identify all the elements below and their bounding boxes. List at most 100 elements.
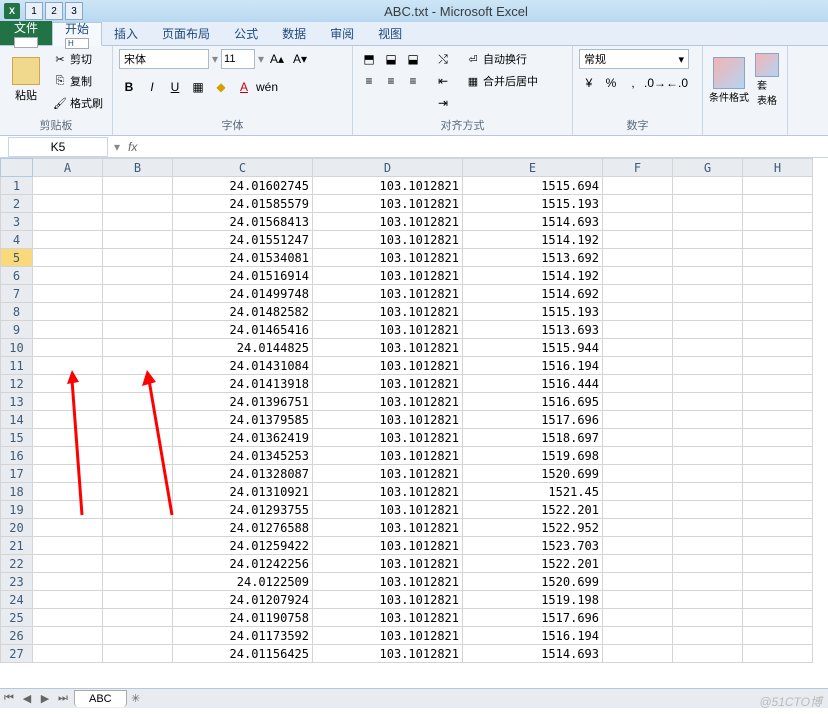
cell-H5[interactable]	[743, 249, 813, 267]
name-box[interactable]: K5	[8, 137, 108, 157]
cell-E22[interactable]: 1522.201	[463, 555, 603, 573]
cell-C18[interactable]: 24.01310921	[173, 483, 313, 501]
font-name-dropdown[interactable]: 宋体	[119, 49, 209, 69]
cell-F9[interactable]	[603, 321, 673, 339]
cell-C20[interactable]: 24.01276588	[173, 519, 313, 537]
cell-B12[interactable]	[103, 375, 173, 393]
cell-G20[interactable]	[673, 519, 743, 537]
cell-B1[interactable]	[103, 177, 173, 195]
decrease-indent-icon[interactable]: ⇤	[433, 71, 453, 91]
cell-G16[interactable]	[673, 447, 743, 465]
cell-A3[interactable]	[33, 213, 103, 231]
cell-D14[interactable]: 103.1012821	[313, 411, 463, 429]
new-sheet-icon[interactable]: ✳	[127, 690, 145, 708]
cell-B15[interactable]	[103, 429, 173, 447]
cell-F16[interactable]	[603, 447, 673, 465]
cell-D16[interactable]: 103.1012821	[313, 447, 463, 465]
cell-A2[interactable]	[33, 195, 103, 213]
row-head-4[interactable]: 4	[1, 231, 33, 249]
cell-E19[interactable]: 1522.201	[463, 501, 603, 519]
cell-E25[interactable]: 1517.696	[463, 609, 603, 627]
increase-indent-icon[interactable]: ⇥	[433, 93, 453, 113]
cell-H26[interactable]	[743, 627, 813, 645]
cell-A26[interactable]	[33, 627, 103, 645]
align-top-icon[interactable]: ⬒	[359, 49, 379, 69]
format-painter-button[interactable]: 🖌格式刷	[50, 93, 106, 113]
cell-C8[interactable]: 24.01482582	[173, 303, 313, 321]
cell-D8[interactable]: 103.1012821	[313, 303, 463, 321]
cell-E6[interactable]: 1514.192	[463, 267, 603, 285]
sheet-tab-abc[interactable]: ABC	[74, 690, 127, 707]
cell-H18[interactable]	[743, 483, 813, 501]
cell-B22[interactable]	[103, 555, 173, 573]
cell-F23[interactable]	[603, 573, 673, 591]
cell-H7[interactable]	[743, 285, 813, 303]
cell-F3[interactable]	[603, 213, 673, 231]
cell-F4[interactable]	[603, 231, 673, 249]
row-head-20[interactable]: 20	[1, 519, 33, 537]
cell-C19[interactable]: 24.01293755	[173, 501, 313, 519]
cell-D26[interactable]: 103.1012821	[313, 627, 463, 645]
tab-nav-next-icon[interactable]: ▶	[36, 690, 54, 708]
cell-B13[interactable]	[103, 393, 173, 411]
cell-C1[interactable]: 24.01602745	[173, 177, 313, 195]
cell-F7[interactable]	[603, 285, 673, 303]
cell-G3[interactable]	[673, 213, 743, 231]
cell-A21[interactable]	[33, 537, 103, 555]
col-head-H[interactable]: H	[743, 159, 813, 177]
cell-F10[interactable]	[603, 339, 673, 357]
qat-btn-1[interactable]: 1	[25, 2, 43, 20]
cell-H11[interactable]	[743, 357, 813, 375]
cell-G7[interactable]	[673, 285, 743, 303]
cell-H10[interactable]	[743, 339, 813, 357]
row-head-19[interactable]: 19	[1, 501, 33, 519]
align-right-icon[interactable]: ≡	[403, 71, 423, 91]
cell-A4[interactable]	[33, 231, 103, 249]
cell-E23[interactable]: 1520.699	[463, 573, 603, 591]
cell-H15[interactable]	[743, 429, 813, 447]
increase-font-icon[interactable]: A▴	[267, 49, 287, 69]
cell-E27[interactable]: 1514.693	[463, 645, 603, 663]
cell-A24[interactable]	[33, 591, 103, 609]
cell-G21[interactable]	[673, 537, 743, 555]
cell-C11[interactable]: 24.01431084	[173, 357, 313, 375]
tab-view[interactable]: 视图	[366, 21, 414, 45]
col-head-C[interactable]: C	[173, 159, 313, 177]
cell-A8[interactable]	[33, 303, 103, 321]
cell-C23[interactable]: 24.0122509	[173, 573, 313, 591]
cell-E5[interactable]: 1513.692	[463, 249, 603, 267]
row-head-24[interactable]: 24	[1, 591, 33, 609]
qat-btn-2[interactable]: 2	[45, 2, 63, 20]
border-button[interactable]: ▦	[188, 77, 208, 97]
font-size-dropdown[interactable]: 11	[221, 49, 255, 69]
cell-C15[interactable]: 24.01362419	[173, 429, 313, 447]
align-middle-icon[interactable]: ⬓	[381, 49, 401, 69]
cell-A27[interactable]	[33, 645, 103, 663]
cell-C13[interactable]: 24.01396751	[173, 393, 313, 411]
cell-A15[interactable]	[33, 429, 103, 447]
cell-E24[interactable]: 1519.198	[463, 591, 603, 609]
cell-H13[interactable]	[743, 393, 813, 411]
align-bottom-icon[interactable]: ⬓	[403, 49, 423, 69]
cell-F18[interactable]	[603, 483, 673, 501]
cell-C16[interactable]: 24.01345253	[173, 447, 313, 465]
cell-G18[interactable]	[673, 483, 743, 501]
cell-C2[interactable]: 24.01585579	[173, 195, 313, 213]
cell-G23[interactable]	[673, 573, 743, 591]
cell-D25[interactable]: 103.1012821	[313, 609, 463, 627]
cell-C25[interactable]: 24.01190758	[173, 609, 313, 627]
cell-A10[interactable]	[33, 339, 103, 357]
row-head-14[interactable]: 14	[1, 411, 33, 429]
cell-F11[interactable]	[603, 357, 673, 375]
cell-A13[interactable]	[33, 393, 103, 411]
cell-D10[interactable]: 103.1012821	[313, 339, 463, 357]
row-head-22[interactable]: 22	[1, 555, 33, 573]
cell-B27[interactable]	[103, 645, 173, 663]
cell-F17[interactable]	[603, 465, 673, 483]
conditional-format-button[interactable]: 条件格式	[709, 49, 749, 111]
cell-D24[interactable]: 103.1012821	[313, 591, 463, 609]
cell-F8[interactable]	[603, 303, 673, 321]
cell-E13[interactable]: 1516.695	[463, 393, 603, 411]
cell-G5[interactable]	[673, 249, 743, 267]
cell-E12[interactable]: 1516.444	[463, 375, 603, 393]
